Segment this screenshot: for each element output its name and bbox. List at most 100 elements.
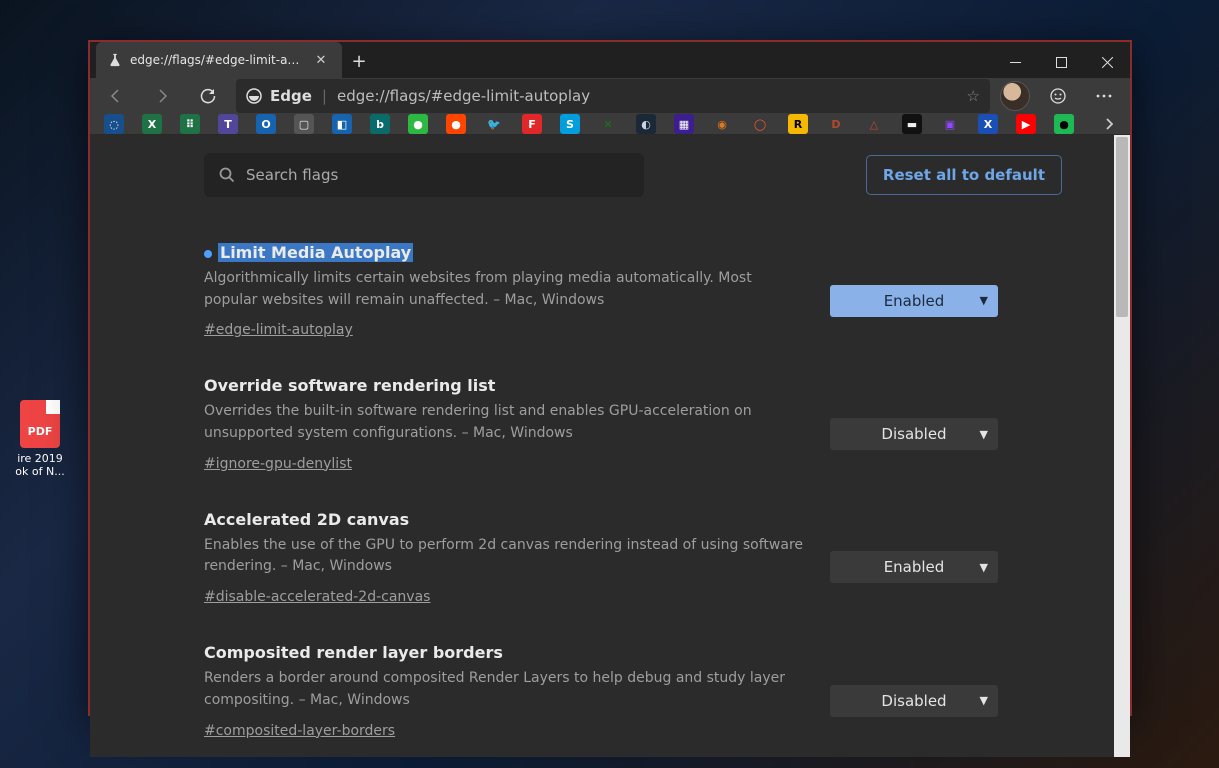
flag-info: Composited render layer borders Renders a… (204, 643, 804, 738)
scrollbar[interactable] (1114, 135, 1130, 757)
flag-row: Limit Media Autoplay Algorithmically limi… (204, 223, 1090, 356)
flag-select[interactable]: Disabled ▼ (830, 685, 998, 717)
bookmark-origin[interactable]: ◯ (750, 114, 770, 134)
flag-title: Accelerated 2D canvas (204, 510, 409, 529)
flag-anchor-link[interactable]: #edge-limit-autoplay (204, 322, 353, 338)
bookmark-doc[interactable]: ▢ (294, 114, 314, 134)
browser-window: edge://flags/#edge-limit-autopla ✕ + Edg… (88, 40, 1132, 716)
new-tab-button[interactable]: + (342, 44, 376, 78)
bookmark-spotify[interactable]: ● (1054, 114, 1074, 134)
flag-title: Override software rendering list (204, 376, 495, 395)
scrollbar-thumb[interactable] (1116, 137, 1128, 317)
toolbar: Edge | edge://flags/#edge-limit-autoplay… (90, 78, 1130, 114)
flag-select-value: Enabled (884, 558, 945, 576)
chevron-down-icon: ▼ (980, 294, 988, 307)
bookmark-skype[interactable]: S (560, 114, 580, 134)
flag-info: Accelerated 2D canvas Enables the use of … (204, 510, 804, 605)
active-tab[interactable]: edge://flags/#edge-limit-autopla ✕ (96, 42, 342, 78)
bookmark-mixer[interactable]: X (978, 114, 998, 134)
page-content: Search flags Reset all to default Limit … (90, 135, 1130, 757)
flag-anchor-link[interactable]: #ignore-gpu-denylist (204, 456, 352, 472)
flag-row: Composited render layer borders Renders a… (204, 623, 1090, 756)
bookmark-teams2[interactable]: T (218, 114, 238, 134)
bookmark-race[interactable]: ▬ (902, 114, 922, 134)
bookmark-teams[interactable]: ⠿ (180, 114, 200, 134)
flag-title: Composited render layer borders (204, 643, 503, 662)
bookmark-d1[interactable]: D (826, 114, 846, 134)
bookmarks-bar: ◌ X ⠿ TO ▢ ◧ b ● ● 🐦 FS ✕ ◐ ▦ ◉ ◯ RD △ ▬ ▣ X ▶ ● (90, 114, 1130, 135)
chevron-down-icon: ▼ (980, 694, 988, 707)
profile-avatar[interactable] (1000, 81, 1030, 111)
flags-page: Search flags Reset all to default Limit … (90, 135, 1114, 757)
bookmark-xbox[interactable]: ✕ (598, 114, 618, 134)
bookmark-bing[interactable]: b (370, 114, 390, 134)
reset-all-button[interactable]: Reset all to default (866, 155, 1062, 195)
url-text: edge://flags/#edge-limit-autoplay (337, 87, 590, 105)
tab-title: edge://flags/#edge-limit-autopla (130, 53, 304, 67)
flag-select-value: Enabled (884, 292, 945, 310)
forward-button[interactable] (144, 78, 180, 114)
edge-icon (246, 88, 262, 104)
settings-menu-button[interactable] (1086, 78, 1122, 114)
bookmark-twitter[interactable]: 🐦 (484, 114, 504, 134)
bookmark-flipboard[interactable]: F (522, 114, 542, 134)
site-identity: Edge (246, 87, 312, 105)
modified-dot-icon (204, 250, 212, 258)
bookmarks-overflow[interactable] (1102, 117, 1116, 131)
flag-description: Overrides the built-in software renderin… (204, 401, 804, 444)
close-window-button[interactable] (1084, 46, 1130, 78)
bookmark-ubisoft[interactable]: ◉ (712, 114, 732, 134)
flag-control: Disabled▼ (830, 376, 1000, 471)
flag-control: Enabled ▼ (830, 243, 1000, 338)
flag-anchor-link[interactable]: #disable-accelerated-2d-canvas (204, 589, 430, 605)
pdf-text: PDF (28, 425, 53, 438)
address-separator: | (322, 87, 327, 105)
bookmark-sym[interactable]: △ (864, 114, 884, 134)
flag-title: Limit Media Autoplay (218, 243, 413, 262)
maximize-button[interactable] (1038, 46, 1084, 78)
flag-description: Renders a border around composited Rende… (204, 668, 804, 711)
flag-row: Override software rendering list Override… (204, 356, 1090, 489)
bookmark-calendar[interactable]: ◧ (332, 114, 352, 134)
bookmark-whatsapp[interactable]: ● (408, 114, 428, 134)
flags-list: Limit Media Autoplay Algorithmically limi… (94, 215, 1114, 757)
flag-select-value: Disabled (881, 425, 946, 443)
flag-select[interactable]: Enabled ▼ (830, 285, 998, 317)
bookmark-excel[interactable]: X (142, 114, 162, 134)
flask-icon (108, 53, 122, 67)
flag-info: Override software rendering list Override… (204, 376, 804, 471)
flag-control: Disabled ▼ (830, 643, 1000, 738)
bookmark-gog[interactable]: ▦ (674, 114, 694, 134)
brand-label: Edge (270, 87, 312, 105)
file-label-2: ok of N... (0, 465, 80, 478)
bookmark-onedrive[interactable]: ◌ (104, 114, 124, 134)
bookmark-youtube[interactable]: ▶ (1016, 114, 1036, 134)
flag-description: Enables the use of the GPU to perform 2d… (204, 535, 804, 578)
bookmark-twitch[interactable]: ▣ (940, 114, 960, 134)
bookmark-rockstar[interactable]: R (788, 114, 808, 134)
flag-info: Limit Media Autoplay Algorithmically limi… (204, 243, 804, 338)
feedback-button[interactable] (1040, 78, 1076, 114)
refresh-button[interactable] (190, 78, 226, 114)
flag-select[interactable]: Disabled▼ (830, 418, 998, 450)
flag-anchor-link[interactable]: #composited-layer-borders (204, 723, 395, 739)
search-icon (218, 166, 236, 184)
bookmark-steam[interactable]: ◐ (636, 114, 656, 134)
pdf-icon: PDF (20, 400, 60, 448)
tab-close-button[interactable]: ✕ (312, 51, 330, 69)
window-controls (992, 46, 1130, 78)
minimize-button[interactable] (992, 46, 1038, 78)
bookmark-outlook[interactable]: O (256, 114, 276, 134)
flag-select[interactable]: Enabled▼ (830, 551, 998, 583)
back-button[interactable] (98, 78, 134, 114)
search-flags-input[interactable]: Search flags (204, 153, 644, 197)
bookmark-reddit[interactable]: ● (446, 114, 466, 134)
address-bar[interactable]: Edge | edge://flags/#edge-limit-autoplay… (236, 79, 990, 113)
file-label-1: ire 2019 (0, 452, 80, 465)
titlebar: edge://flags/#edge-limit-autopla ✕ + (90, 42, 1130, 78)
flag-description: Algorithmically limits certain websites … (204, 268, 804, 311)
flag-select-value: Disabled (881, 692, 946, 710)
favorite-button[interactable]: ☆ (967, 87, 980, 105)
desktop-file-pdf[interactable]: PDF ire 2019 ok of N... (0, 400, 80, 478)
flag-row: Accelerated 2D canvas Enables the use of … (204, 490, 1090, 623)
